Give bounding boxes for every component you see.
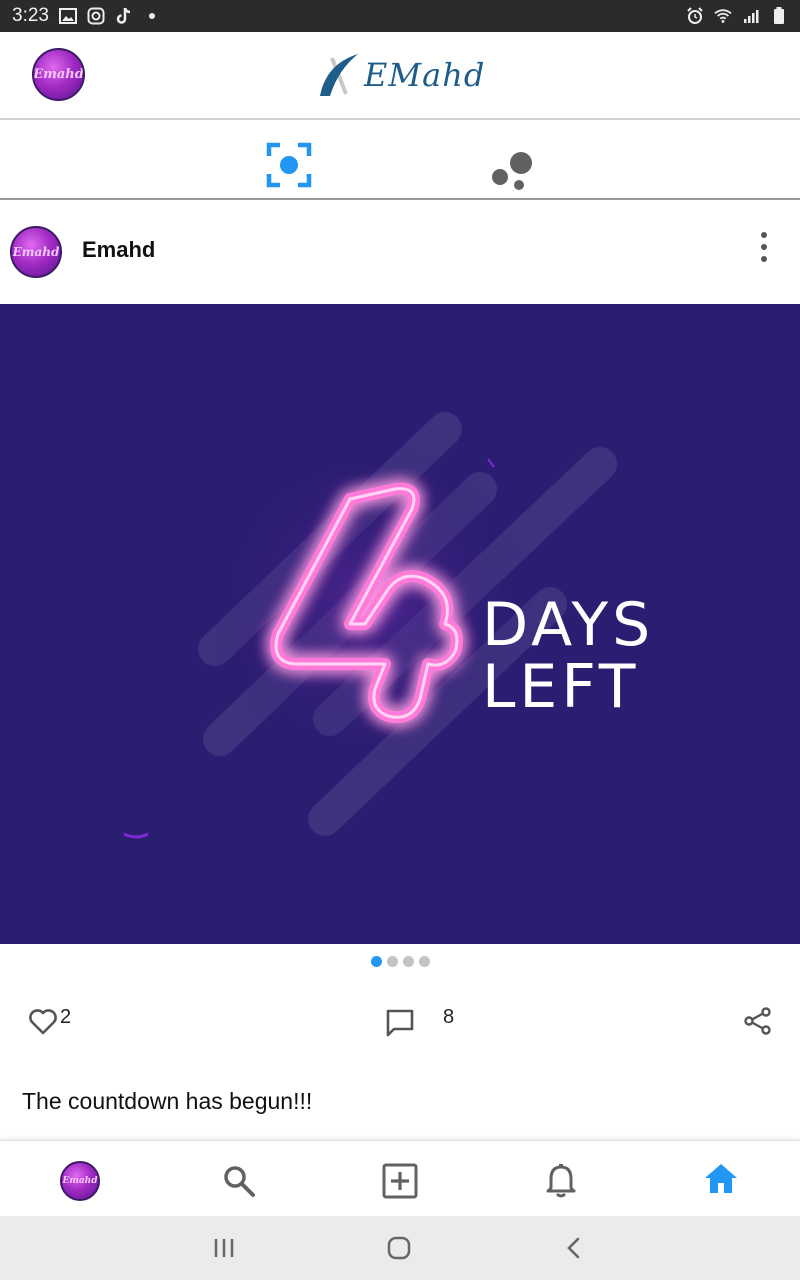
status-bar: 3:23 — [0, 0, 800, 32]
comment-button[interactable]: 8 — [385, 1006, 455, 1037]
post-author-name[interactable]: Emahd — [82, 237, 155, 263]
comment-count: 8 — [443, 1006, 455, 1028]
instagram-icon — [87, 7, 105, 25]
caption-overflow — [22, 1122, 82, 1130]
like-button[interactable]: 2 — [28, 1006, 72, 1035]
tab-bubbles[interactable] — [490, 150, 534, 190]
profile-avatar: Emahd — [60, 1161, 100, 1201]
home-system-button[interactable] — [385, 1234, 413, 1262]
bell-icon — [546, 1164, 576, 1198]
more-options-icon[interactable] — [752, 232, 776, 262]
nav-search[interactable] — [217, 1159, 261, 1203]
search-icon — [224, 1166, 255, 1197]
countdown-graphic: DAYS LEFT 4 — [0, 304, 800, 944]
alarm-icon — [686, 7, 704, 25]
tab-scan[interactable] — [266, 142, 312, 188]
nav-home[interactable] — [699, 1157, 743, 1201]
nav-notifications[interactable] — [539, 1159, 583, 1203]
avatar-label: Emahd — [33, 67, 84, 82]
scan-focus-icon — [266, 142, 312, 188]
battery-icon — [770, 7, 788, 25]
app-header: Emahd EMahd — [0, 32, 800, 120]
wifi-icon — [714, 7, 732, 25]
back-button[interactable] — [560, 1234, 588, 1262]
feed-tabs — [0, 120, 800, 200]
status-time: 3:23 — [12, 5, 49, 26]
countdown-line2: LEFT — [482, 652, 639, 722]
bottom-navigation: Emahd — [0, 1140, 800, 1217]
notification-dot-icon — [143, 7, 161, 25]
bubbles-icon — [492, 152, 532, 190]
pager-dot[interactable] — [370, 956, 382, 967]
signal-icon — [742, 7, 760, 25]
post-image[interactable]: DAYS LEFT 4 — [0, 304, 800, 944]
add-box-icon — [382, 1163, 418, 1199]
heart-icon — [29, 1009, 57, 1035]
comment-icon — [386, 1009, 414, 1037]
nav-add[interactable] — [378, 1159, 422, 1203]
profile-avatar[interactable]: Emahd — [32, 48, 85, 101]
share-button[interactable] — [743, 1006, 773, 1036]
post-header: Emahd Emahd — [0, 200, 800, 304]
share-icon — [744, 1007, 771, 1035]
like-count: 2 — [60, 1006, 72, 1028]
tiktok-icon — [115, 7, 133, 25]
app-logo: EMahd — [318, 52, 485, 98]
system-navigation — [0, 1216, 800, 1280]
home-circle-icon — [387, 1236, 411, 1260]
avatar-label: Emahd — [12, 245, 60, 259]
avatar-label: Emahd — [62, 1176, 98, 1186]
post-actions: 2 8 — [0, 1000, 800, 1046]
nav-profile[interactable]: Emahd — [58, 1159, 102, 1203]
pager-dot[interactable] — [386, 956, 398, 967]
image-pager — [0, 956, 800, 970]
back-icon — [567, 1237, 580, 1259]
recent-apps-button[interactable] — [210, 1234, 238, 1262]
recent-apps-icon — [214, 1239, 234, 1257]
post-caption: The countdown has begun!!! — [22, 1088, 313, 1114]
post-author-avatar[interactable]: Emahd — [10, 226, 62, 278]
gallery-icon — [58, 7, 77, 25]
countdown-line1: DAYS — [482, 590, 654, 660]
logo-text: EMahd — [364, 56, 486, 94]
pager-dot[interactable] — [418, 956, 430, 967]
home-icon — [705, 1164, 737, 1193]
logo-mark-icon — [320, 54, 358, 96]
pager-dot[interactable] — [402, 956, 414, 967]
